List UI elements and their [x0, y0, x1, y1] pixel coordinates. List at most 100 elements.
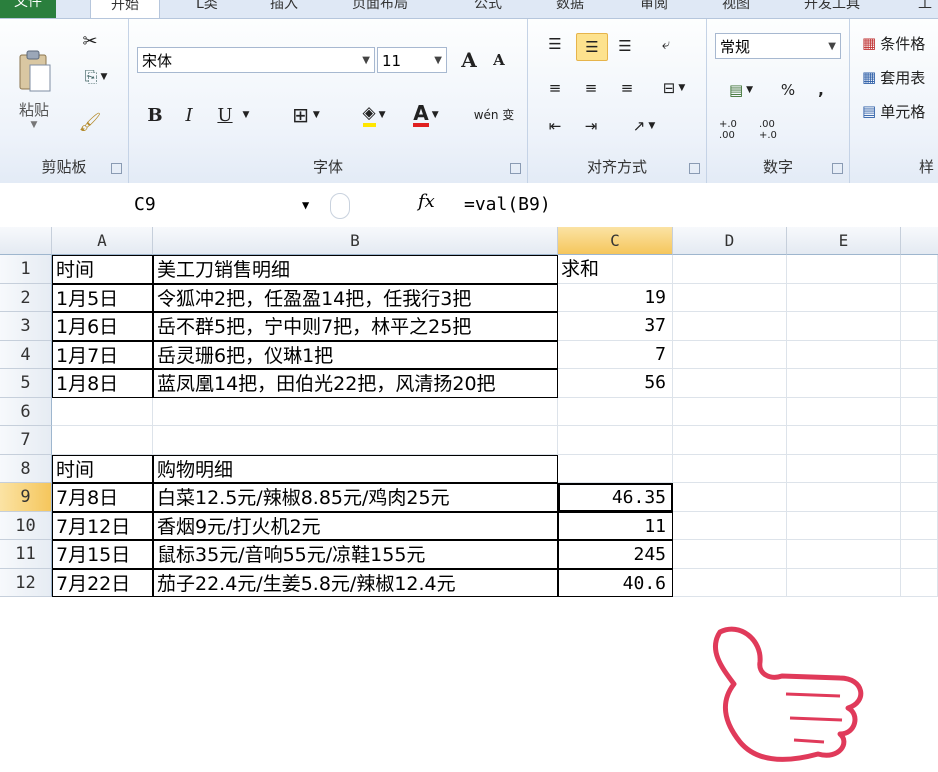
align-left-button[interactable]: ≡	[542, 75, 568, 101]
cell-a3[interactable]: 1月6日	[52, 312, 153, 341]
cell-b6[interactable]	[153, 397, 558, 426]
percent-button[interactable]: %	[775, 77, 801, 103]
column-header-f[interactable]	[901, 227, 938, 255]
cell-c2[interactable]: 19	[558, 283, 673, 312]
cell-c1[interactable]: 求和	[558, 255, 673, 284]
cell-c11[interactable]: 245	[558, 540, 673, 569]
row-header[interactable]: 4	[0, 340, 52, 369]
cell-d10[interactable]	[673, 511, 787, 540]
cell-c6[interactable]	[558, 397, 673, 426]
cell-e5[interactable]	[787, 369, 901, 398]
italic-button[interactable]: I	[177, 101, 201, 129]
formula-input[interactable]: =val(B9)	[464, 191, 551, 219]
cell-b10[interactable]: 香烟9元/打火机2元	[153, 511, 558, 540]
select-all-button[interactable]	[0, 227, 52, 255]
cell-a10[interactable]: 7月12日	[52, 511, 153, 540]
cell-e1[interactable]	[787, 255, 901, 284]
align-center-button[interactable]: ≡	[578, 75, 604, 101]
tab-view[interactable]: 视图	[722, 0, 750, 18]
tab-more[interactable]: 工	[918, 0, 932, 18]
cell-c4[interactable]: 7	[558, 340, 673, 369]
tab-review[interactable]: 审阅	[640, 0, 668, 18]
align-right-button[interactable]: ≡	[614, 75, 640, 101]
name-box[interactable]: C9 ▼	[0, 191, 320, 219]
cell-b8[interactable]: 购物明细	[153, 454, 558, 483]
row-header[interactable]: 2	[0, 283, 52, 312]
bold-button[interactable]: B	[143, 101, 167, 129]
wrap-text-button[interactable]: ⤶	[652, 31, 680, 57]
phonetic-button[interactable]: wén 变	[469, 99, 519, 131]
cell-f1[interactable]	[901, 255, 938, 284]
cell-d1[interactable]	[673, 255, 787, 284]
cell-b1[interactable]: 美工刀销售明细	[153, 255, 558, 284]
cell-c5[interactable]: 56	[558, 369, 673, 398]
cell-f7[interactable]	[901, 426, 938, 455]
row-header[interactable]: 8	[0, 454, 52, 483]
fill-color-button[interactable]: ◈ ▼	[351, 101, 397, 129]
row-header[interactable]: 6	[0, 397, 52, 426]
cell-c3[interactable]: 37	[558, 312, 673, 341]
cell-b2[interactable]: 令狐冲2把，任盈盈14把，任我行3把	[153, 283, 558, 312]
cell-f9[interactable]	[901, 483, 938, 512]
cell-f6[interactable]	[901, 397, 938, 426]
shrink-font-button[interactable]: A	[485, 47, 513, 73]
comma-button[interactable]: ,	[811, 77, 831, 103]
cell-a5[interactable]: 1月8日	[52, 369, 153, 398]
tab-developer[interactable]: 开发工具	[804, 0, 860, 18]
cut-button[interactable]: ✂	[78, 29, 102, 53]
row-header[interactable]: 12	[0, 568, 52, 597]
cell-f11[interactable]	[901, 540, 938, 569]
cell-d5[interactable]	[673, 369, 787, 398]
cell-f2[interactable]	[901, 283, 938, 312]
cell-styles-button[interactable]: ▤ 单元格	[862, 97, 938, 125]
column-header-b[interactable]: B	[153, 227, 558, 255]
column-header-d[interactable]: D	[673, 227, 787, 255]
cell-c9[interactable]: 46.35	[558, 483, 673, 512]
tab-insert[interactable]: 插入	[270, 0, 298, 18]
alignment-launcher-icon[interactable]	[689, 163, 700, 174]
row-header[interactable]: 9	[0, 483, 52, 512]
cell-d3[interactable]	[673, 312, 787, 341]
font-color-button[interactable]: A ▼	[403, 101, 449, 129]
accounting-format-button[interactable]: ▤ ▼	[719, 77, 763, 103]
cell-f4[interactable]	[901, 340, 938, 369]
font-name-select[interactable]: 宋体 ▼	[137, 47, 375, 73]
cell-c7[interactable]	[558, 426, 673, 455]
row-header[interactable]: 1	[0, 255, 52, 284]
cell-e6[interactable]	[787, 397, 901, 426]
cell-d7[interactable]	[673, 426, 787, 455]
orientation-button[interactable]: ↗ ▼	[624, 113, 664, 139]
cell-b11[interactable]: 鼠标35元/音响55元/凉鞋155元	[153, 540, 558, 569]
row-header[interactable]: 7	[0, 426, 52, 455]
tab-file[interactable]: 文件	[0, 0, 56, 18]
borders-button[interactable]: ⊞ ▼	[281, 101, 331, 129]
row-header[interactable]: 11	[0, 540, 52, 569]
cell-f8[interactable]	[901, 454, 938, 483]
tab-formulas[interactable]: 公式	[474, 0, 502, 18]
cell-a7[interactable]	[52, 426, 153, 455]
cell-e11[interactable]	[787, 540, 901, 569]
cell-e10[interactable]	[787, 511, 901, 540]
formula-bar-splitter[interactable]	[330, 193, 350, 219]
cell-c10[interactable]: 11	[558, 511, 673, 540]
tab-data[interactable]: 数据	[556, 0, 584, 18]
cell-f12[interactable]	[901, 568, 938, 597]
increase-indent-button[interactable]: ⇥	[578, 113, 604, 139]
font-size-select[interactable]: 11 ▼	[377, 47, 447, 73]
column-header-a[interactable]: A	[52, 227, 153, 255]
decrease-decimal-button[interactable]: .00 +.0	[759, 117, 795, 143]
cell-d2[interactable]	[673, 283, 787, 312]
cell-f5[interactable]	[901, 369, 938, 398]
align-bottom-button[interactable]: ☰	[612, 33, 638, 59]
font-launcher-icon[interactable]	[510, 163, 521, 174]
tab-page-layout[interactable]: 页面布局	[352, 0, 408, 18]
tab-home[interactable]: 开始	[90, 0, 160, 19]
cell-a6[interactable]	[52, 397, 153, 426]
cell-b12[interactable]: 茄子22.4元/生姜5.8元/辣椒12.4元	[153, 568, 558, 597]
row-header[interactable]: 3	[0, 312, 52, 341]
insert-function-button[interactable]: fx	[418, 191, 435, 212]
number-launcher-icon[interactable]	[832, 163, 843, 174]
cell-e3[interactable]	[787, 312, 901, 341]
format-as-table-button[interactable]: ▦ 套用表	[862, 63, 938, 91]
cell-a4[interactable]: 1月7日	[52, 340, 153, 369]
